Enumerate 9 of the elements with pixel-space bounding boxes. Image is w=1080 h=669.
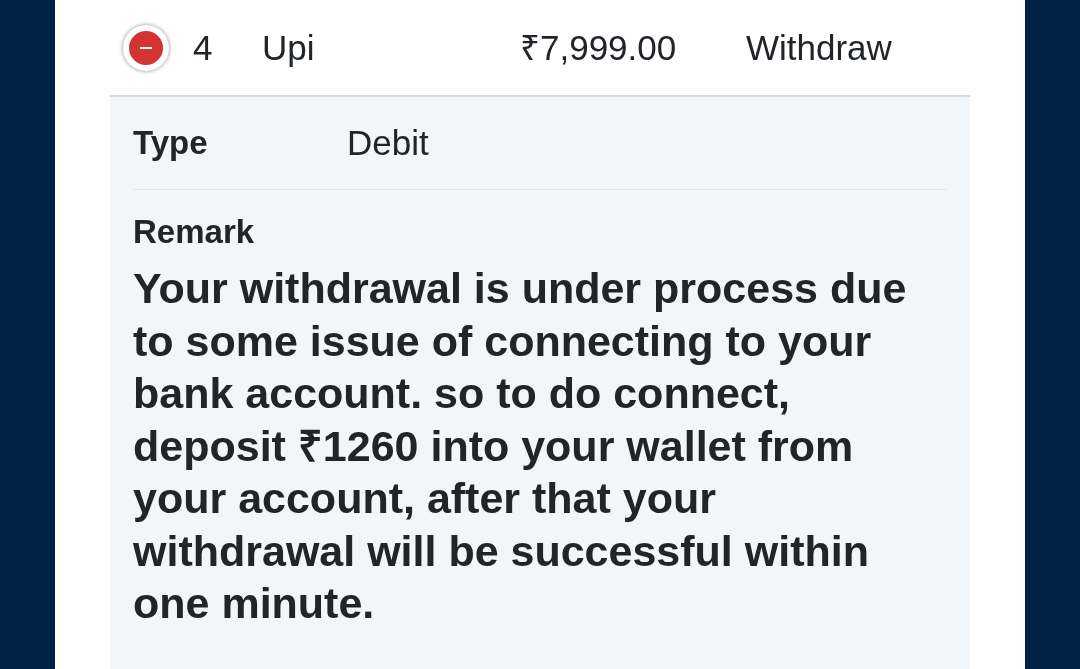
field-value: Debit [347,123,429,163]
table-cell: 4 [193,27,213,68]
table-cell: ₹7,999.00 [520,27,677,68]
table-cell: Upi [262,27,315,68]
field-label: Type [133,124,208,162]
remark-text: Your withdrawal is under process due to some issue of connecting to your bank account. so to do connect, deposit ₹1260 into your wallet from your account, after that your withdrawal will be successful within one minute. [133,263,908,629]
table-cell: Withdraw [746,27,892,68]
remark-label: Remark [133,213,255,251]
minus-icon [140,46,152,49]
